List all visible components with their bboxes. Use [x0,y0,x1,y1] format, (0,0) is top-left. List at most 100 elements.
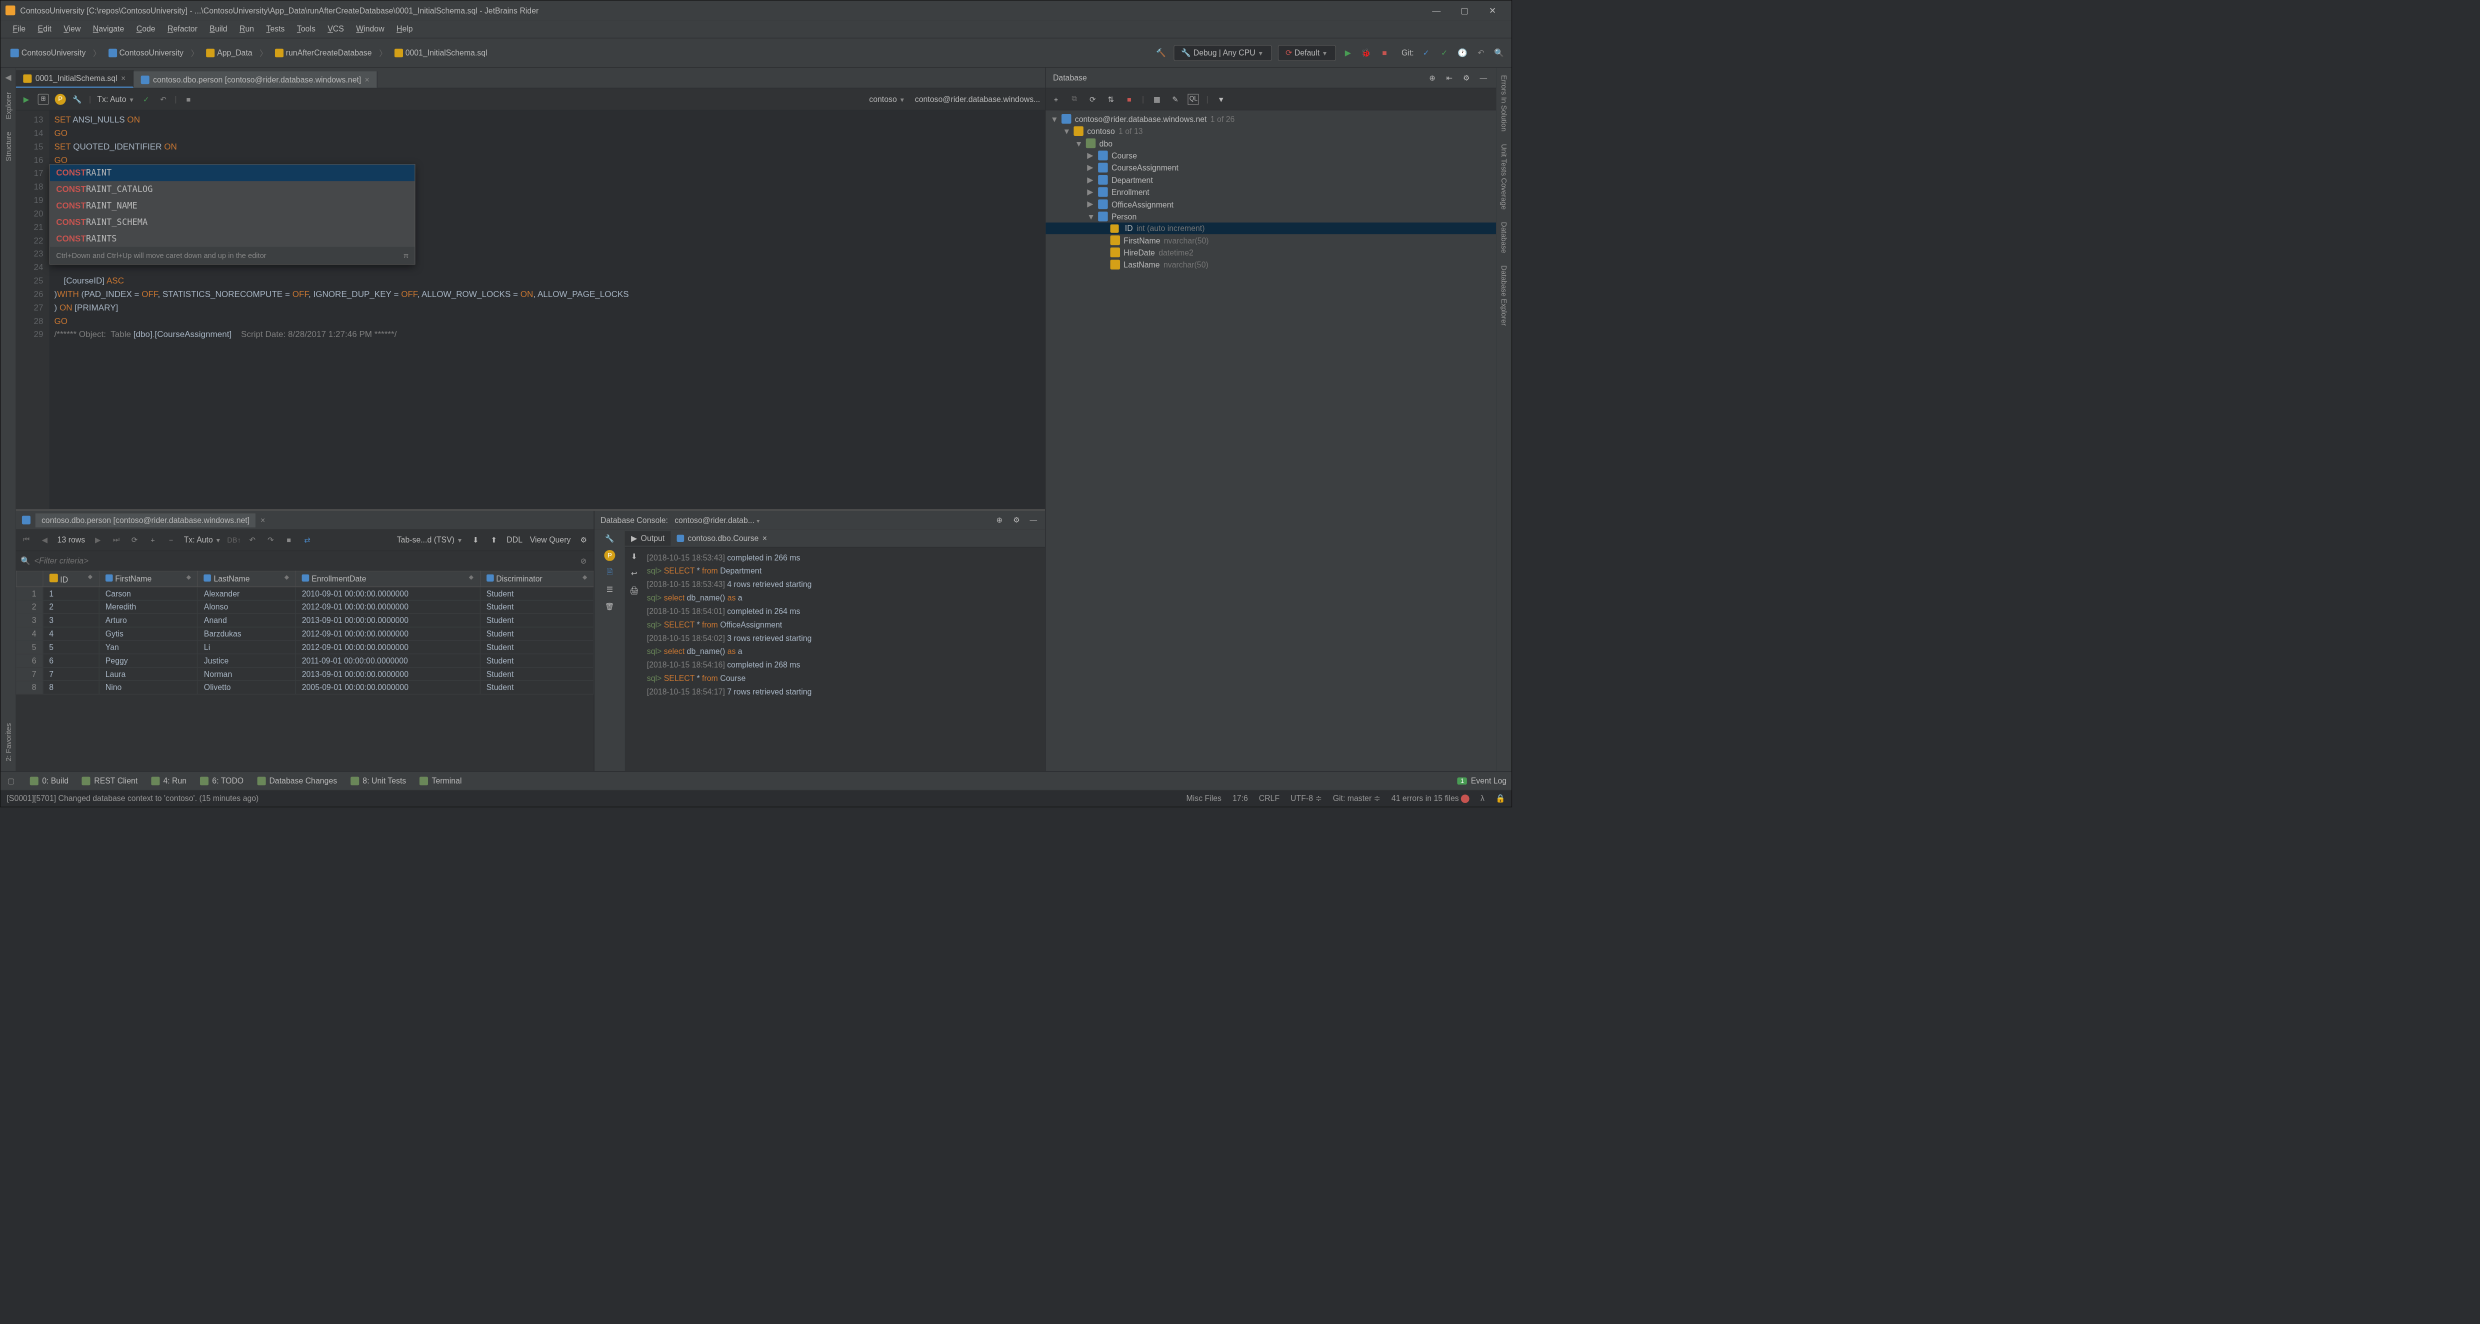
database-tree[interactable]: ▼ contoso@rider.database.windows.net 1 o… [1046,110,1497,771]
structure-tool[interactable]: Structure [4,129,13,164]
event-log-button[interactable]: Event Log [1471,776,1507,785]
code-editor[interactable]: 1314151617181920212223242526272829 SET A… [16,110,1045,509]
tree-node[interactable]: ▶ CourseAssignment [1046,162,1497,174]
rollback-icon[interactable]: ↶ [158,94,169,105]
run-icon[interactable]: ▶ [1342,47,1354,59]
console-settings-icon[interactable]: ⚙ [1011,515,1022,526]
bottom-tool-3[interactable]: 6: TODO [200,776,244,785]
pi-badge-icon[interactable]: P [55,94,66,105]
tree-node[interactable]: ▼ contoso@rider.database.windows.net 1 o… [1046,113,1497,125]
console-out-wrap-icon[interactable]: ↩ [629,568,640,579]
grid-revert-icon[interactable]: ↷ [265,534,276,545]
vcs-revert-icon[interactable]: ↶ [1475,47,1487,59]
status-errors[interactable]: 41 errors in 15 files [1391,794,1469,803]
cancel-icon[interactable]: ■ [183,94,194,105]
table-row[interactable]: 11CarsonAlexander2010-09-01 00:00:00.000… [16,587,593,600]
db-stop-icon[interactable]: ■ [1124,94,1135,105]
tree-node[interactable]: ▼ dbo [1046,137,1497,149]
crumb-0[interactable]: ContosoUniversity [7,47,90,59]
menu-tests[interactable]: Tests [260,24,291,33]
db-hide-icon[interactable]: — [1478,72,1489,83]
delete-row-icon[interactable]: − [166,534,177,545]
db-collapse-icon[interactable]: ⇤ [1444,72,1455,83]
completion-item[interactable]: CONSTRAINT_SCHEMA [50,214,415,230]
console-hide-icon[interactable]: — [1028,515,1039,526]
db-duplicate-icon[interactable]: ⧉ [1069,94,1080,105]
db-edit-icon[interactable]: ✎ [1170,94,1181,105]
bottom-tool-0[interactable]: 0: Build [30,776,69,785]
minimize-button[interactable]: — [1422,5,1450,15]
tab-close-icon[interactable]: × [365,75,370,84]
grid-col-Discriminator[interactable]: Discriminator◆ [480,571,594,587]
console-tab-course[interactable]: contoso.dbo.Course × [671,531,773,545]
tree-node[interactable]: ▼ Person [1046,210,1497,222]
menu-refactor[interactable]: Refactor [161,24,203,33]
completion-item[interactable]: CONSTRAINT [50,165,415,181]
export-icon[interactable]: ⬇ [470,534,481,545]
maximize-button[interactable]: ▢ [1450,5,1478,15]
completion-item[interactable]: CONSTRAINT_NAME [50,198,415,214]
crumb-2[interactable]: App_Data [202,47,256,59]
tree-node[interactable]: HireDate datetime2 [1046,246,1497,258]
bottom-tool-6[interactable]: Terminal [420,776,462,785]
tab-close-icon[interactable]: × [121,74,126,83]
tx-mode-dropdown[interactable]: Tx: Auto ▼ [97,95,134,104]
db-settings-icon[interactable]: ⚙ [1461,72,1472,83]
tree-node[interactable]: LastName nvarchar(50) [1046,259,1497,271]
status-lambda-icon[interactable]: λ [1481,794,1485,803]
grid-col-FirstName[interactable]: FirstName◆ [99,571,198,587]
bottom-tool-2[interactable]: 4: Run [151,776,187,785]
menu-view[interactable]: View [58,24,87,33]
table-row[interactable]: 44GytisBarzdukas2012-09-01 00:00:00.0000… [16,627,593,640]
menu-tools[interactable]: Tools [291,24,322,33]
db-console-icon[interactable]: QL [1188,94,1199,105]
db-filter-icon[interactable]: ▼ [1216,94,1227,105]
crumb-3[interactable]: runAfterCreateDatabase [271,47,375,59]
debug-icon[interactable]: 🐞 [1360,47,1372,59]
wrench-icon[interactable]: 🔧 [72,94,83,105]
errors-tool[interactable]: Errors In Solution [1500,73,1509,134]
menu-edit[interactable]: Edit [32,24,58,33]
grid-tab-close[interactable]: × [261,516,266,525]
conn-db-dropdown[interactable]: contoso ▼ [869,95,905,104]
vcs-history-icon[interactable]: 🕐 [1457,47,1469,59]
db-explorer-tool[interactable]: Database Explorer [1500,263,1509,328]
table-row[interactable]: 22MeredithAlonso2012-09-01 00:00:00.0000… [16,600,593,613]
console-output[interactable]: [2018-10-15 18:53:43] completed in 266 m… [643,548,1045,772]
commit-icon[interactable]: ✓ [141,94,152,105]
console-expand-icon[interactable]: ⊕ [994,515,1005,526]
view-query-button[interactable]: View Query [530,535,571,544]
grid-rollback-icon[interactable]: ↶ [247,534,258,545]
crumb-1[interactable]: ContosoUniversity [105,47,188,59]
menu-navigate[interactable]: Navigate [87,24,130,33]
grid-cancel-icon[interactable]: ■ [283,534,294,545]
console-trash-icon[interactable]: 🗑 [604,601,615,612]
table-row[interactable]: 33ArturoAnand2013-09-01 00:00:00.0000000… [16,614,593,627]
db-add-icon[interactable]: + [1051,94,1062,105]
database-tool[interactable]: Database [1500,219,1509,255]
completion-popup[interactable]: CONSTRAINTCONSTRAINT_CATALOGCONSTRAINT_N… [49,164,415,265]
favorites-tool[interactable]: 2: Favorites [4,721,13,764]
menu-build[interactable]: Build [204,24,234,33]
grid-col-id[interactable]: ID◆ [43,571,99,587]
explain-plan-icon[interactable]: ⊞ [38,94,49,105]
grid-col-LastName[interactable]: LastName◆ [198,571,296,587]
tree-node[interactable]: ▶ Enrollment [1046,186,1497,198]
vcs-commit-icon[interactable]: ✓ [1438,47,1450,59]
table-row[interactable]: 55YanLi2012-09-01 00:00:00.0000000Studen… [16,640,593,653]
table-row[interactable]: 66PeggyJustice2011-09-01 00:00:00.000000… [16,654,593,667]
tree-node[interactable]: FirstName nvarchar(50) [1046,234,1497,246]
grid-tab-label[interactable]: contoso.dbo.person [contoso@rider.databa… [35,513,255,527]
filter-clear-icon[interactable]: ⊘ [578,555,589,566]
first-page-icon[interactable]: ⏮ [21,534,32,545]
grid-col-EnrollmentDate[interactable]: EnrollmentDate◆ [295,571,480,587]
grid-tx-dropdown[interactable]: Tx: Auto ▼ [184,535,221,544]
menu-help[interactable]: Help [390,24,419,33]
console-p-icon[interactable]: P [604,550,615,561]
console-files-icon[interactable]: 🗎 [604,567,615,578]
run-config-dropdown[interactable]: 🔧 Debug | Any CPU ▼ [1173,45,1271,61]
db-sync-icon[interactable]: ⇅ [1105,94,1116,105]
grid-settings-icon[interactable]: ⚙ [578,534,589,545]
grid-commit-icon[interactable]: DB↑ [228,534,239,545]
db-table-icon[interactable]: ▦ [1151,94,1162,105]
